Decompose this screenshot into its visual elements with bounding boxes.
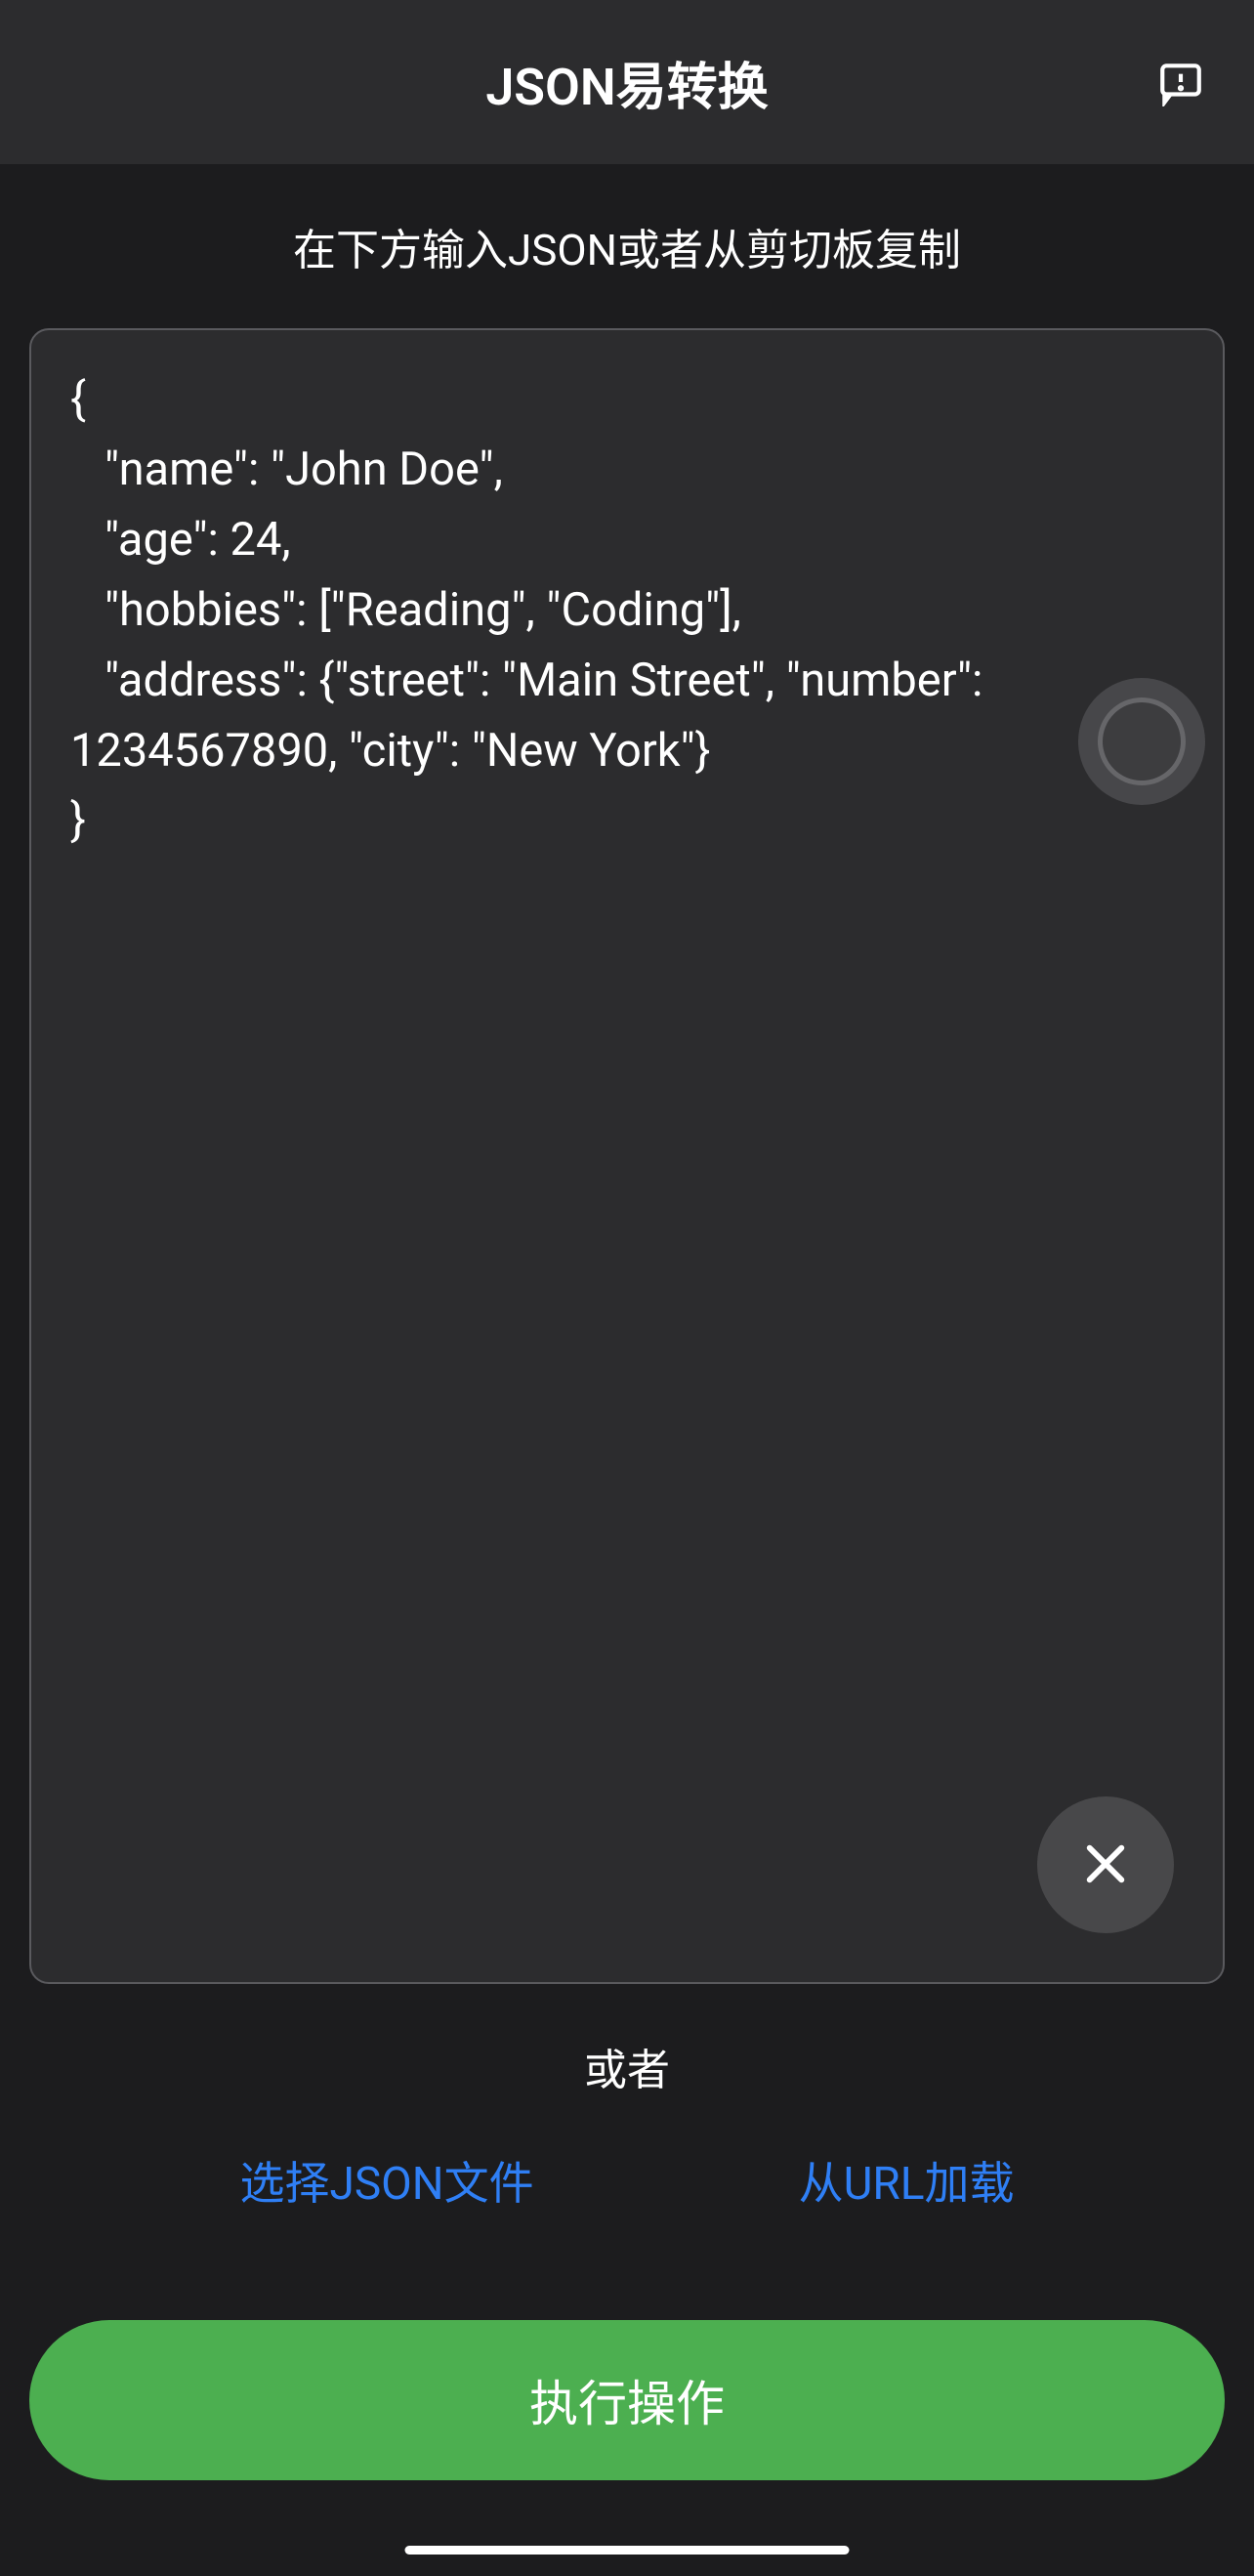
instruction-label: 在下方输入JSON或者从剪切板复制 <box>29 164 1225 328</box>
alternative-actions: 选择JSON文件 从URL加载 <box>29 2148 1225 2213</box>
or-divider-label: 或者 <box>29 1984 1225 2148</box>
app-header: JSON易转换 <box>0 0 1254 164</box>
execute-button-label: 执行操作 <box>529 2365 725 2435</box>
load-url-link[interactable]: 从URL加载 <box>799 2148 1015 2213</box>
json-input-container <box>29 328 1225 1984</box>
feedback-icon[interactable] <box>1156 58 1205 106</box>
assistive-touch-icon <box>1098 697 1186 785</box>
clear-button[interactable] <box>1037 1796 1174 1933</box>
assistive-touch-button[interactable] <box>1078 678 1205 805</box>
close-icon <box>1078 1837 1133 1894</box>
select-file-link[interactable]: 选择JSON文件 <box>239 2148 533 2213</box>
execute-button[interactable]: 执行操作 <box>29 2320 1225 2480</box>
home-indicator[interactable] <box>405 2546 850 2555</box>
app-title: JSON易转换 <box>485 46 768 119</box>
main-content: 在下方输入JSON或者从剪切板复制 或者 选择JSON文件 从URL加载 执行操… <box>0 164 1254 2480</box>
json-input[interactable] <box>31 330 1223 1982</box>
